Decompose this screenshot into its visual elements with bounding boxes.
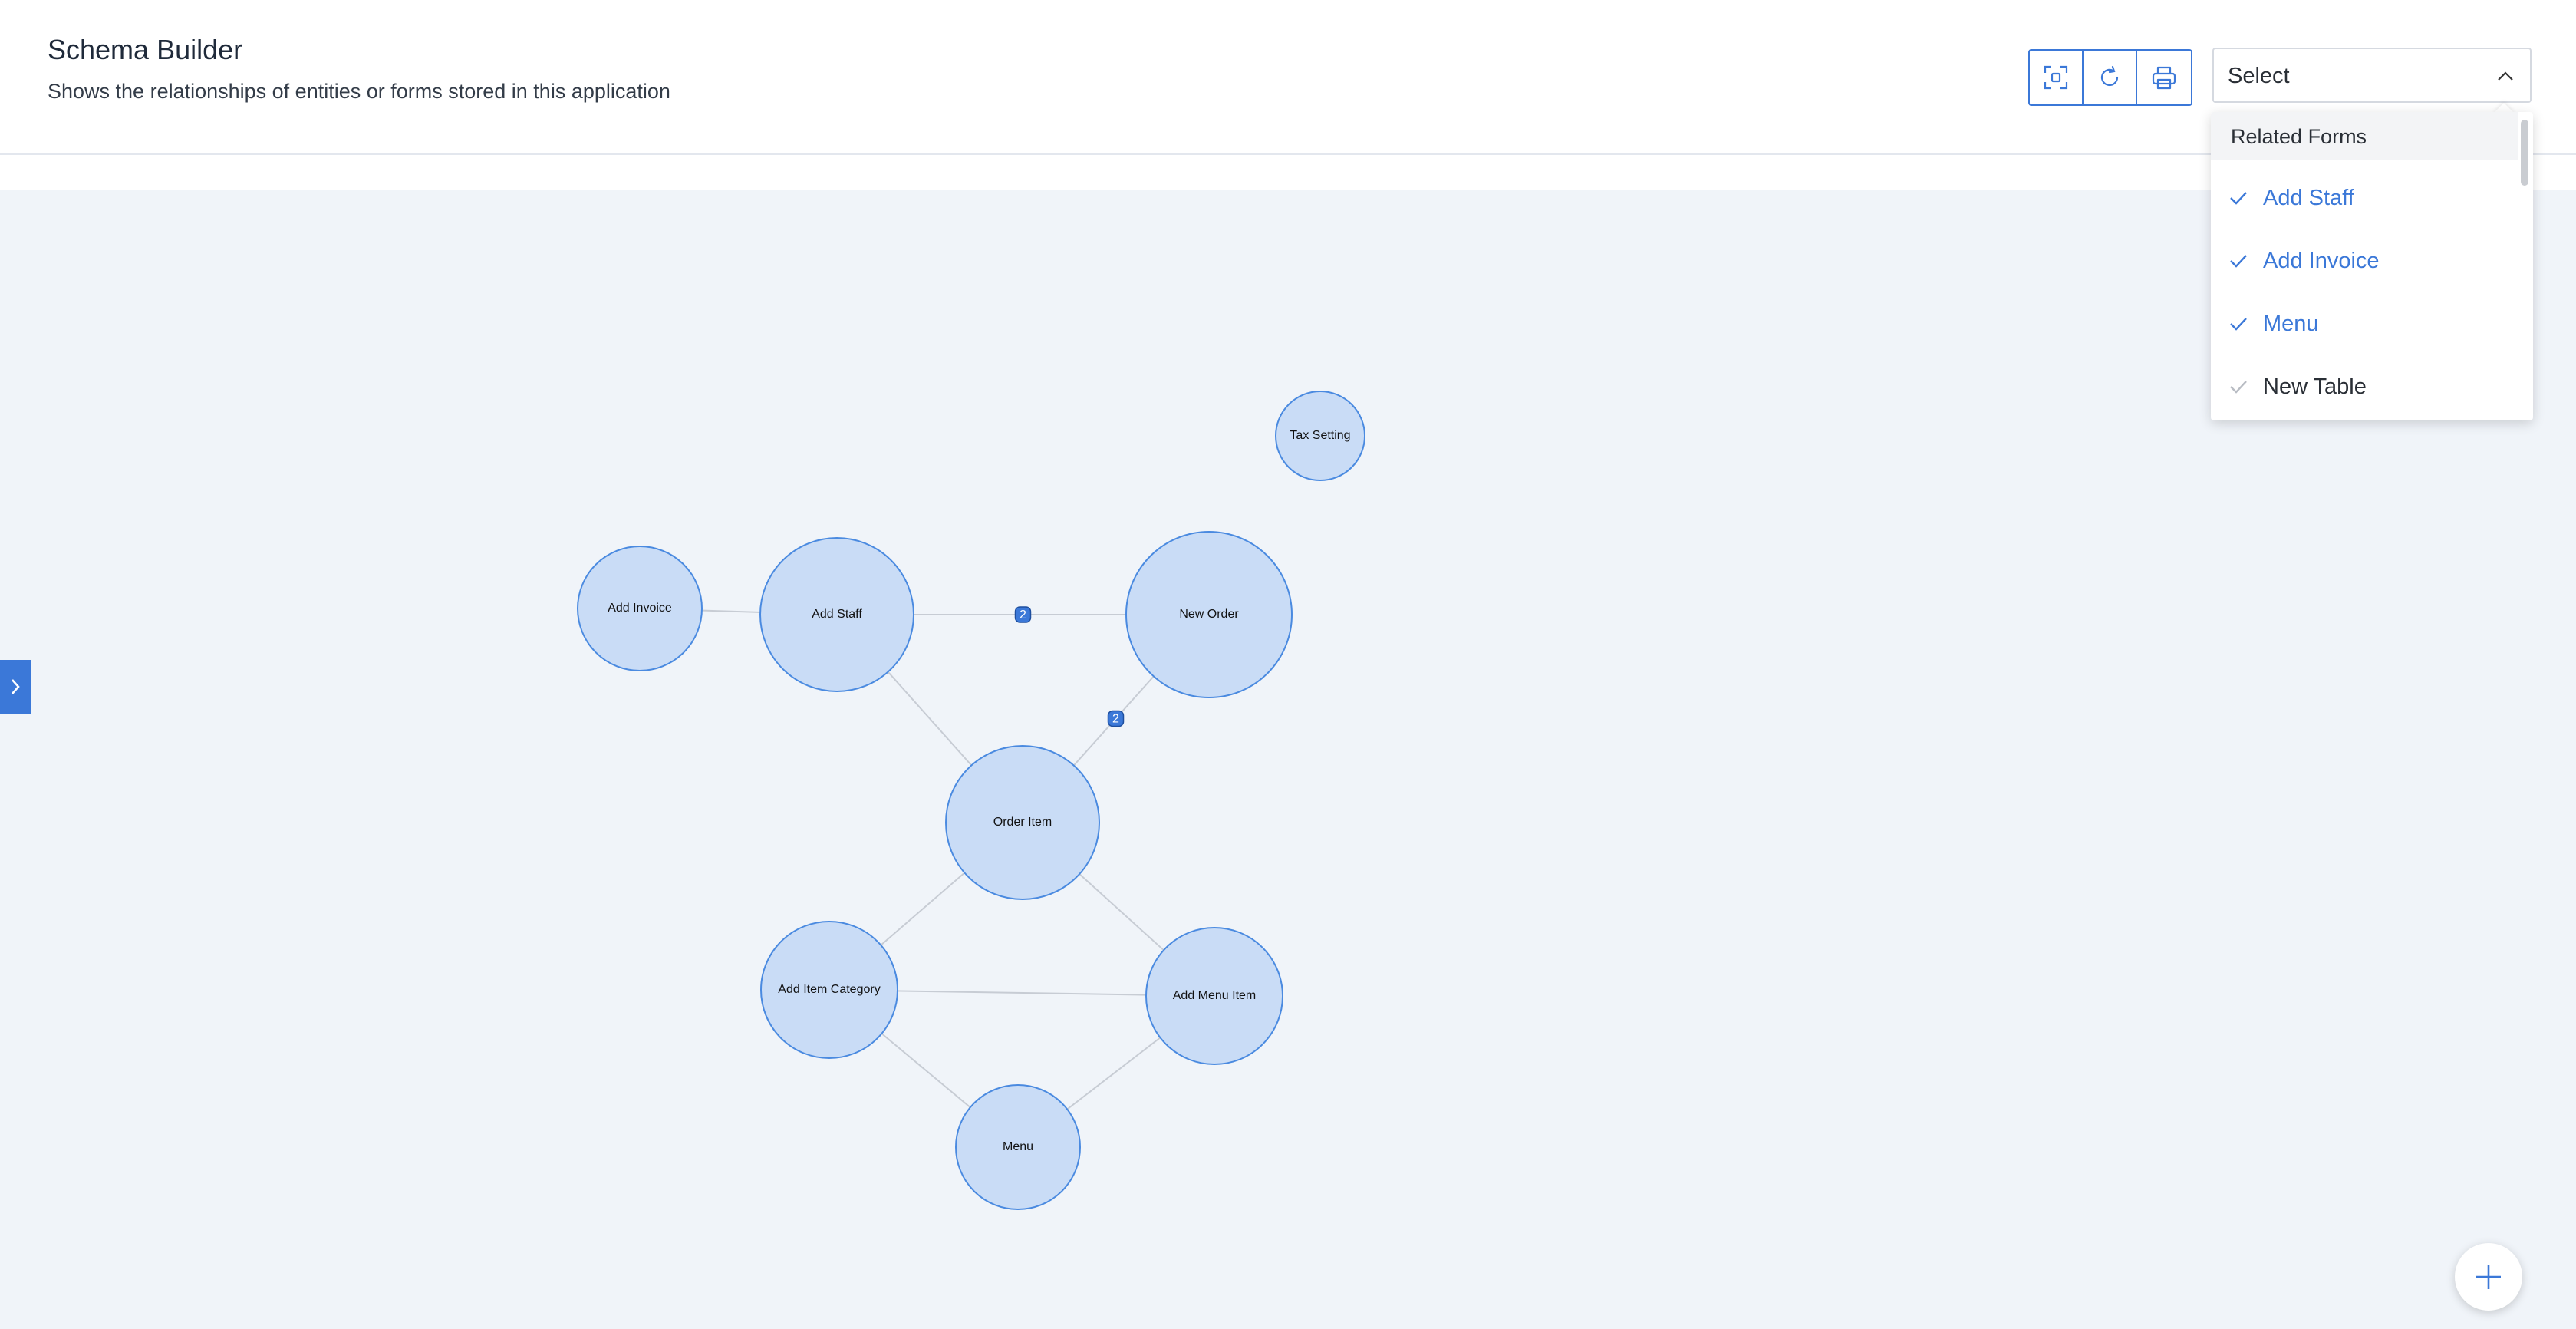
dropdown-option[interactable]: Add Invoice — [2211, 235, 2518, 289]
schema-graph[interactable]: Tax Setting Add Invoice Add Staff New Order… — [0, 190, 2576, 1329]
edge-count-label: 2 — [1112, 713, 1119, 726]
graph-edge-badges: 22 — [1014, 606, 1125, 727]
schema-node-tax-setting[interactable]: Tax Setting — [1275, 391, 1365, 481]
page-title: Schema Builder — [48, 34, 243, 65]
graph-nodes: Tax Setting Add Invoice Add Staff New Order… — [577, 391, 1365, 1210]
check-icon — [2230, 381, 2247, 394]
refresh-button[interactable] — [2084, 51, 2137, 104]
fit-to-screen-icon — [2044, 65, 2068, 90]
check-icon — [2230, 255, 2247, 268]
dropdown-option-label: New Table — [2263, 374, 2367, 399]
schema-node-label: New Order — [1179, 608, 1239, 621]
forms-select-label: Select — [2228, 64, 2290, 88]
schema-node-add-staff[interactable]: Add Staff — [759, 537, 914, 692]
schema-node-add-invoice[interactable]: Add Invoice — [577, 546, 703, 671]
check-icon — [2230, 192, 2247, 205]
sidebar-expand-button[interactable] — [0, 660, 31, 714]
graph-edges — [639, 608, 1215, 1148]
dropdown-option-label: Add Invoice — [2263, 249, 2380, 273]
schema-node-label: Menu — [1003, 1140, 1033, 1153]
schema-node-label: Tax Setting — [1290, 429, 1350, 442]
edge-count-badge[interactable]: 2 — [1014, 606, 1032, 623]
schema-node-label: Add Invoice — [608, 602, 672, 615]
edge-count-badge[interactable]: 2 — [1107, 710, 1125, 727]
dropdown-option[interactable]: Menu — [2211, 298, 2518, 351]
plus-icon — [2476, 1265, 2501, 1289]
schema-node-add-item-category[interactable]: Add Item Category — [760, 921, 898, 1059]
schema-node-menu[interactable]: Menu — [955, 1084, 1081, 1210]
schema-node-add-menu-item[interactable]: Add Menu Item — [1145, 927, 1283, 1065]
dropdown-option-label: Menu — [2263, 312, 2319, 336]
dropdown-scrollbar[interactable] — [2521, 120, 2528, 186]
related-forms-dropdown: Related Forms Add Staff Add Invoice Menu Ne… — [2211, 112, 2533, 420]
print-button[interactable] — [2137, 51, 2191, 104]
dropdown-option[interactable]: New Table — [2211, 361, 2518, 414]
add-button[interactable] — [2455, 1243, 2522, 1311]
refresh-icon — [2100, 65, 2119, 87]
dropdown-group-header: Related Forms — [2211, 112, 2518, 160]
edge-count-label: 2 — [1020, 608, 1026, 622]
schema-node-label: Add Item Category — [778, 983, 880, 996]
schema-node-order-item[interactable]: Order Item — [945, 745, 1100, 900]
graph-toolbar — [2028, 49, 2192, 106]
schema-node-new-order[interactable]: New Order — [1125, 531, 1293, 698]
print-icon — [2152, 66, 2176, 90]
schema-node-label: Order Item — [993, 816, 1052, 829]
page-header: Schema Builder Shows the relationships o… — [0, 0, 2576, 155]
dropdown-option-label: Add Staff — [2263, 186, 2354, 210]
chevron-right-icon — [12, 679, 20, 694]
forms-select[interactable]: Select — [2212, 48, 2532, 103]
schema-node-label: Add Menu Item — [1173, 989, 1257, 1002]
check-icon — [2230, 318, 2247, 331]
fit-to-screen-button[interactable] — [2030, 51, 2084, 104]
schema-canvas[interactable]: Tax Setting Add Invoice Add Staff New Order… — [0, 190, 2576, 1329]
dropdown-option[interactable]: Add Staff — [2211, 172, 2518, 226]
dropdown-group-label: Related Forms — [2231, 125, 2367, 148]
schema-node-label: Add Staff — [812, 608, 862, 621]
chevron-up-icon — [2498, 71, 2513, 81]
page-subtitle: Shows the relationships of entities or f… — [48, 80, 670, 103]
